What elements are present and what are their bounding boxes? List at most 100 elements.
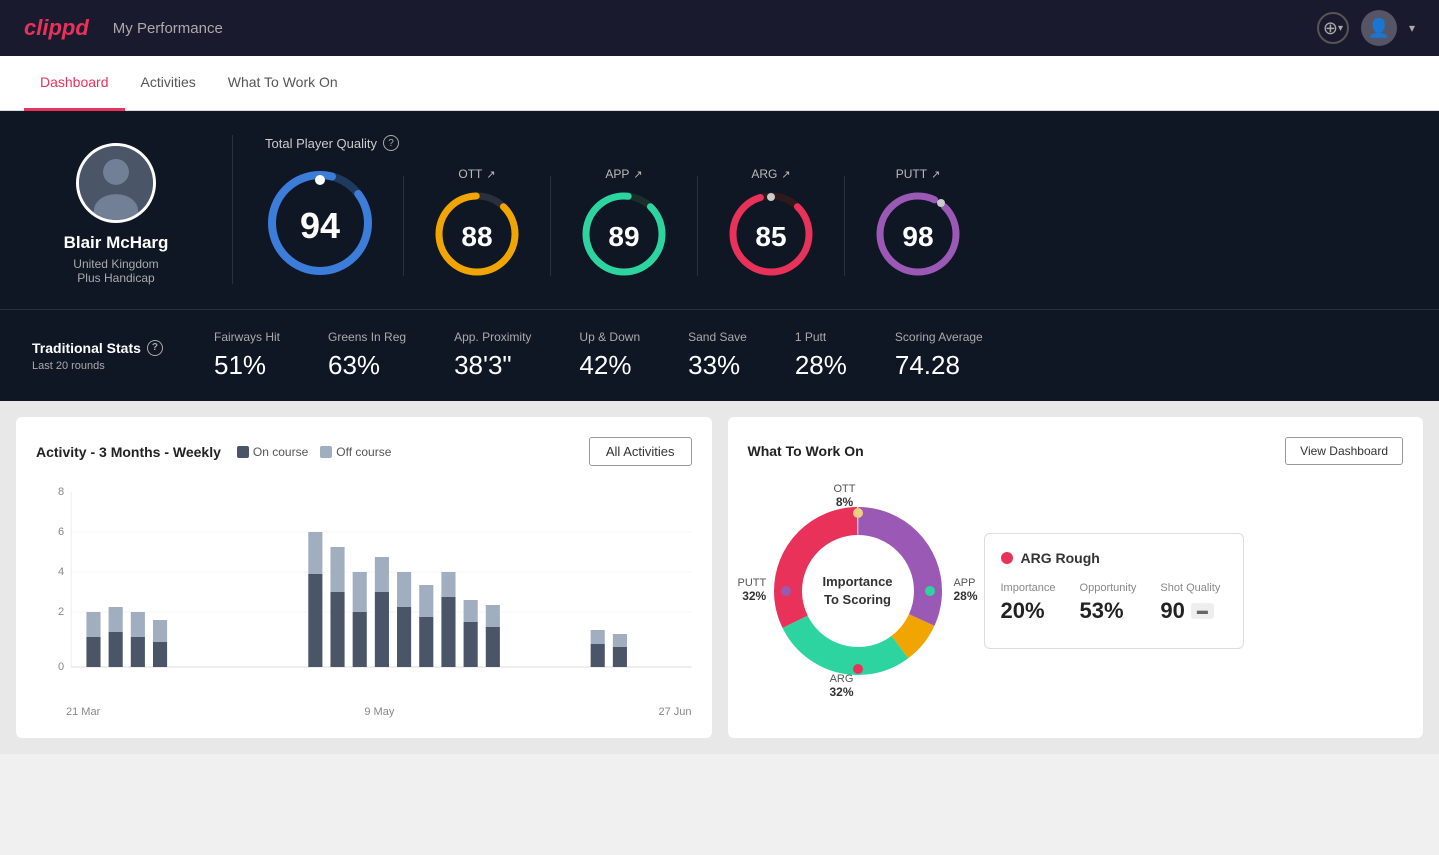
app-arrow-icon: ↗ [633,168,642,181]
putt-score-value: 98 [902,221,933,253]
opportunity-value: 53% [1080,598,1137,624]
bar-off [353,572,367,612]
metric-shot-quality: Shot Quality 90 ▬ [1160,582,1220,624]
bar-off [109,607,123,632]
player-info: Blair McHarg United Kingdom Plus Handica… [32,135,232,285]
stat-up-and-down: Up & Down 42% [579,330,640,381]
bar-off [375,557,389,592]
player-name: Blair McHarg [64,233,169,253]
shot-quality-value: 90 [1160,598,1184,624]
shot-quality-row: 90 ▬ [1160,598,1220,624]
scores-section: Total Player Quality ? 94 [232,135,1407,284]
chart-area: 0 2 4 6 8 [36,482,692,702]
svg-text:0: 0 [58,661,64,673]
bar-off [397,572,411,607]
bar [419,617,433,667]
bar [397,607,411,667]
player-avatar [76,143,156,223]
opportunity-label: Opportunity [1080,582,1137,594]
bar [613,647,627,667]
bar-off [591,630,605,644]
bar [591,644,605,667]
bar [86,637,100,667]
what-to-work-on-panel: What To Work On View Dashboard [728,417,1424,738]
stat-scoring-average: Scoring Average 74.28 [895,330,983,381]
avatar[interactable]: 👤 [1361,10,1397,46]
stat-1-putt: 1 Putt 28% [795,330,847,381]
metric-opportunity: Opportunity 53% [1080,582,1137,624]
ott-label: OTT ↗ [458,167,495,181]
trad-help-icon[interactable]: ? [147,340,163,356]
x-label-3: 27 Jun [658,706,691,718]
arg-donut-label: ARG 32% [830,673,854,699]
bar-off [308,532,322,574]
arg-circle-wrap: 85 [726,189,816,284]
stat-putt-label: 1 Putt [795,330,826,344]
add-dropdown-icon: ▾ [1338,23,1343,34]
stat-putt-value: 28% [795,350,847,381]
stat-app-value: 38'3" [454,350,512,381]
donut-center-text: ImportanceTo Scoring [822,573,892,609]
arg-score-circle: ARG ↗ 85 [726,167,816,284]
ott-score-value: 88 [461,221,492,253]
view-dashboard-button[interactable]: View Dashboard [1285,437,1403,465]
page-title: My Performance [113,20,223,37]
score-divider-2 [550,176,551,276]
svg-text:6: 6 [58,526,64,538]
putt-donut-label: PUTT 32% [738,577,767,603]
svg-text:4: 4 [58,566,64,578]
bar [109,632,123,667]
bottom-section: Activity - 3 Months - Weekly On course O… [0,401,1439,754]
bar-chart-svg: 0 2 4 6 8 [36,482,692,702]
stat-greens-label: Greens In Reg [328,330,406,344]
bar-off [613,634,627,647]
help-icon[interactable]: ? [383,135,399,151]
nav-tabs: Dashboard Activities What To Work On [0,56,1439,111]
legend-on-course: On course [237,445,308,459]
bar [330,592,344,667]
on-course-dot [237,446,249,458]
stat-app-proximity: App. Proximity 38'3" [454,330,531,381]
ott-donut-label: OTT 8% [834,483,856,509]
putt-label: PUTT ↗ [896,167,941,181]
arg-label: ARG ↗ [751,167,790,181]
bar [441,597,455,667]
avatar-icon: 👤 [1368,18,1390,39]
player-handicap: Plus Handicap [77,271,154,285]
off-course-dot [320,446,332,458]
stat-sand-label: Sand Save [688,330,747,344]
bar-off [131,612,145,637]
putt-arrow-icon: ↗ [931,168,940,181]
avatar-dropdown-icon[interactable]: ▾ [1409,21,1415,35]
bar [131,637,145,667]
chart-panel-header: Activity - 3 Months - Weekly On course O… [36,437,692,466]
avatar-image [79,143,153,223]
all-activities-button[interactable]: All Activities [589,437,692,466]
bar [375,592,389,667]
stat-scoring-value: 74.28 [895,350,960,381]
ott-circle-wrap: 88 [432,189,522,284]
bar [486,627,500,667]
hero-section: Blair McHarg United Kingdom Plus Handica… [0,111,1439,309]
svg-text:2: 2 [58,606,64,618]
ott-arrow-icon: ↗ [486,168,495,181]
score-divider-3 [697,176,698,276]
main-circle-wrap: 94 [265,168,375,283]
putt-score-circle: PUTT ↗ 98 [873,167,963,284]
tab-dashboard[interactable]: Dashboard [24,56,125,111]
tab-activities[interactable]: Activities [125,56,212,111]
score-divider-1 [403,176,404,276]
plus-icon: ⊕ [1323,18,1338,39]
arg-score-value: 85 [755,221,786,253]
tab-what-to-work-on[interactable]: What To Work On [212,56,354,111]
importance-label: Importance [1001,582,1056,594]
putt-circle-wrap: 98 [873,189,963,284]
stat-fairways-hit-value: 51% [214,350,266,381]
player-country: United Kingdom [73,257,158,271]
app-header: clippd My Performance ⊕ ▾ 👤 ▾ [0,0,1439,56]
app-donut-label: APP 28% [953,577,977,603]
add-button[interactable]: ⊕ ▾ [1317,12,1349,44]
bar [153,642,167,667]
score-divider-4 [844,176,845,276]
header-right: ⊕ ▾ 👤 ▾ [1317,10,1415,46]
